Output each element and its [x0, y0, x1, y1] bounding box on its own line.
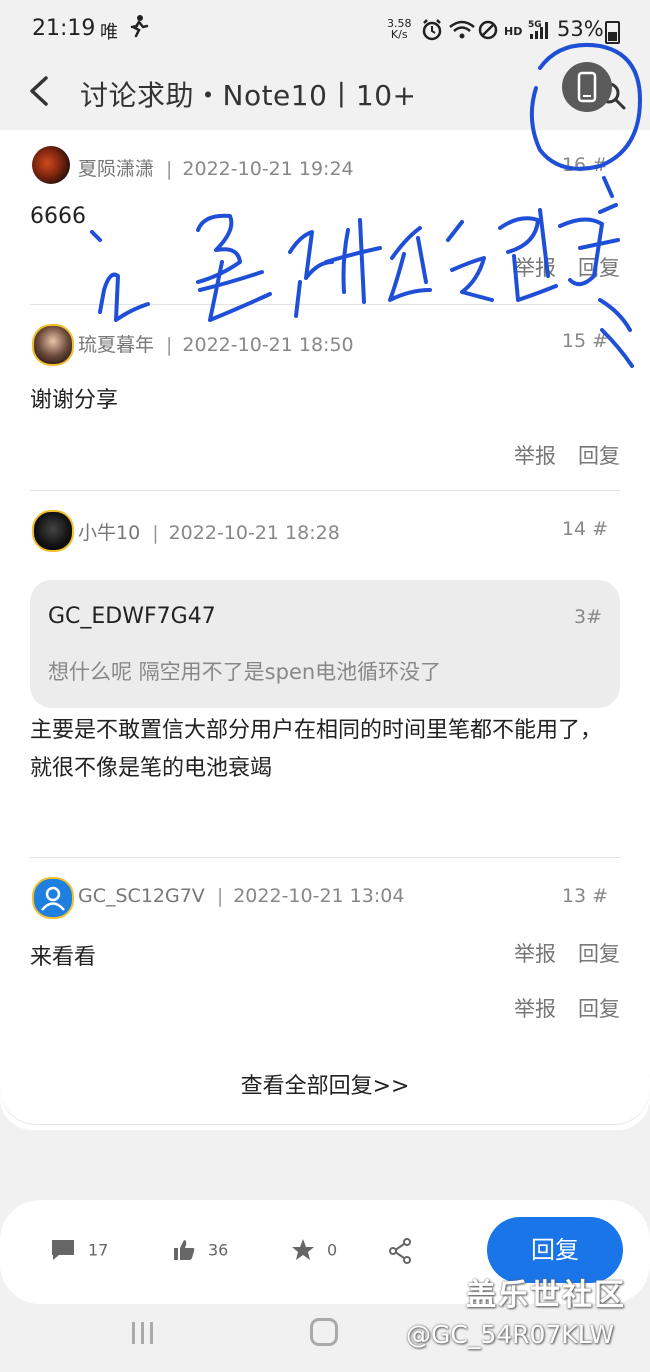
- reply-username[interactable]: 夏陨潇潇: [78, 158, 154, 180]
- reply-meta: 小牛10 | 2022-10-21 18:28: [78, 522, 340, 544]
- network-speed: 3.58 K/s: [387, 18, 412, 40]
- report-button[interactable]: 举报: [514, 444, 556, 468]
- floor-number: 14 #: [561, 518, 608, 540]
- comment-icon: [52, 1240, 74, 1260]
- recent-apps-icon[interactable]: [130, 1320, 156, 1346]
- star-icon: [292, 1239, 314, 1260]
- device-mode-button[interactable]: [562, 62, 612, 112]
- alarm-icon: [422, 19, 442, 41]
- floor-number: 13 #: [561, 885, 608, 907]
- avatar[interactable]: [32, 510, 74, 552]
- divider: [30, 857, 620, 858]
- quoted-username: GC_EDWF7G47: [48, 604, 216, 629]
- thumbs-up-icon: [174, 1240, 195, 1260]
- reply-button[interactable]: 回复: [578, 444, 620, 468]
- view-all-replies[interactable]: 查看全部回复>>: [0, 1042, 650, 1124]
- reply-body: 主要是不敢置信大部分用户在相同的时间里笔都不能用了，就很不像是笔的电池衰竭: [30, 718, 603, 781]
- reply-button[interactable]: 回复: [578, 256, 620, 280]
- reply-body: 来看看: [30, 945, 97, 970]
- reply-body: 6666: [30, 204, 86, 229]
- like-button[interactable]: 36: [172, 1238, 228, 1266]
- network-speed-unit: K/s: [390, 28, 408, 41]
- like-count: 36: [208, 1240, 229, 1260]
- battery-icon: [605, 21, 620, 44]
- view-all-label[interactable]: 查看全部回复>>: [0, 1068, 650, 1100]
- runner-icon: [128, 14, 150, 43]
- share-icon: [389, 1238, 411, 1264]
- reply-actions: 举报 回复: [492, 993, 620, 1023]
- comment-count-button[interactable]: 17: [50, 1238, 108, 1266]
- back-arrow-icon[interactable]: [26, 74, 54, 108]
- floor-number: 16 #: [561, 154, 608, 176]
- reply-date: 2022-10-21 19:24: [182, 158, 354, 180]
- report-button[interactable]: 举报: [514, 256, 556, 280]
- watermark-brand: 盖乐世社区: [466, 1278, 626, 1313]
- report-button[interactable]: 举报: [514, 997, 556, 1021]
- reply-body: 谢谢分享: [30, 388, 119, 413]
- quoted-reply[interactable]: GC_EDWF7G47 3# 想什么呢 隔空用不了是spen电池循环没了: [30, 580, 620, 708]
- default-user-icon: [41, 886, 65, 911]
- status-icons: HD 5G: [418, 16, 558, 44]
- home-icon[interactable]: [310, 1318, 338, 1346]
- comment-count: 17: [88, 1240, 109, 1260]
- reply-meta: 夏陨潇潇 | 2022-10-21 19:24: [78, 158, 354, 180]
- do-not-disturb-icon: [478, 20, 498, 40]
- reply-date: 2022-10-21 18:28: [168, 522, 340, 544]
- reply-username[interactable]: 小牛10: [78, 522, 140, 544]
- reply-meta: GC_SC12G7V | 2022-10-21 13:04: [78, 885, 405, 907]
- phone-icon: [577, 71, 597, 103]
- reply-actions: 举报 回复: [492, 440, 620, 470]
- top-app-bar: 讨论求助・Note10丨10+: [0, 60, 650, 130]
- divider: [30, 304, 620, 305]
- favorite-button[interactable]: 0: [291, 1238, 337, 1266]
- watermark-user: @GC_54R07KLW: [406, 1320, 615, 1349]
- battery-percent: 53%: [557, 17, 604, 41]
- reply-date: 2022-10-21 18:50: [182, 334, 354, 356]
- avatar[interactable]: [32, 146, 70, 184]
- reply-date: 2022-10-21 13:04: [233, 885, 405, 907]
- floor-number: 15 #: [561, 330, 608, 352]
- reply-actions: 举报 回复: [492, 252, 620, 282]
- carrier-label: 唯: [100, 22, 118, 43]
- hd-label: HD: [504, 25, 522, 38]
- reply-username[interactable]: 琉夏暮年: [78, 334, 154, 356]
- quoted-text: 想什么呢 隔空用不了是spen电池循环没了: [48, 660, 442, 684]
- quoted-floor: 3#: [573, 606, 602, 628]
- signal-type-label: 5G: [528, 20, 542, 30]
- favorite-count: 0: [327, 1240, 338, 1260]
- status-time: 21:19: [32, 16, 96, 41]
- wifi-icon: [449, 20, 475, 39]
- share-button[interactable]: [388, 1238, 424, 1266]
- avatar[interactable]: [32, 877, 74, 919]
- reply-username[interactable]: GC_SC12G7V: [78, 885, 205, 907]
- status-bar: 21:19 唯 3.58 K/s HD 5G 53%: [0, 0, 650, 60]
- avatar[interactable]: [32, 324, 74, 366]
- divider: [30, 490, 620, 491]
- reply-button[interactable]: 回复: [578, 997, 620, 1021]
- reply-meta: 琉夏暮年 | 2022-10-21 18:50: [78, 334, 354, 356]
- replies-card: 夏陨潇潇 | 2022-10-21 19:24 16 # 6666 举报 回复 琉夏暮…: [0, 130, 650, 1130]
- page-title: 讨论求助・Note10丨10+: [80, 79, 417, 112]
